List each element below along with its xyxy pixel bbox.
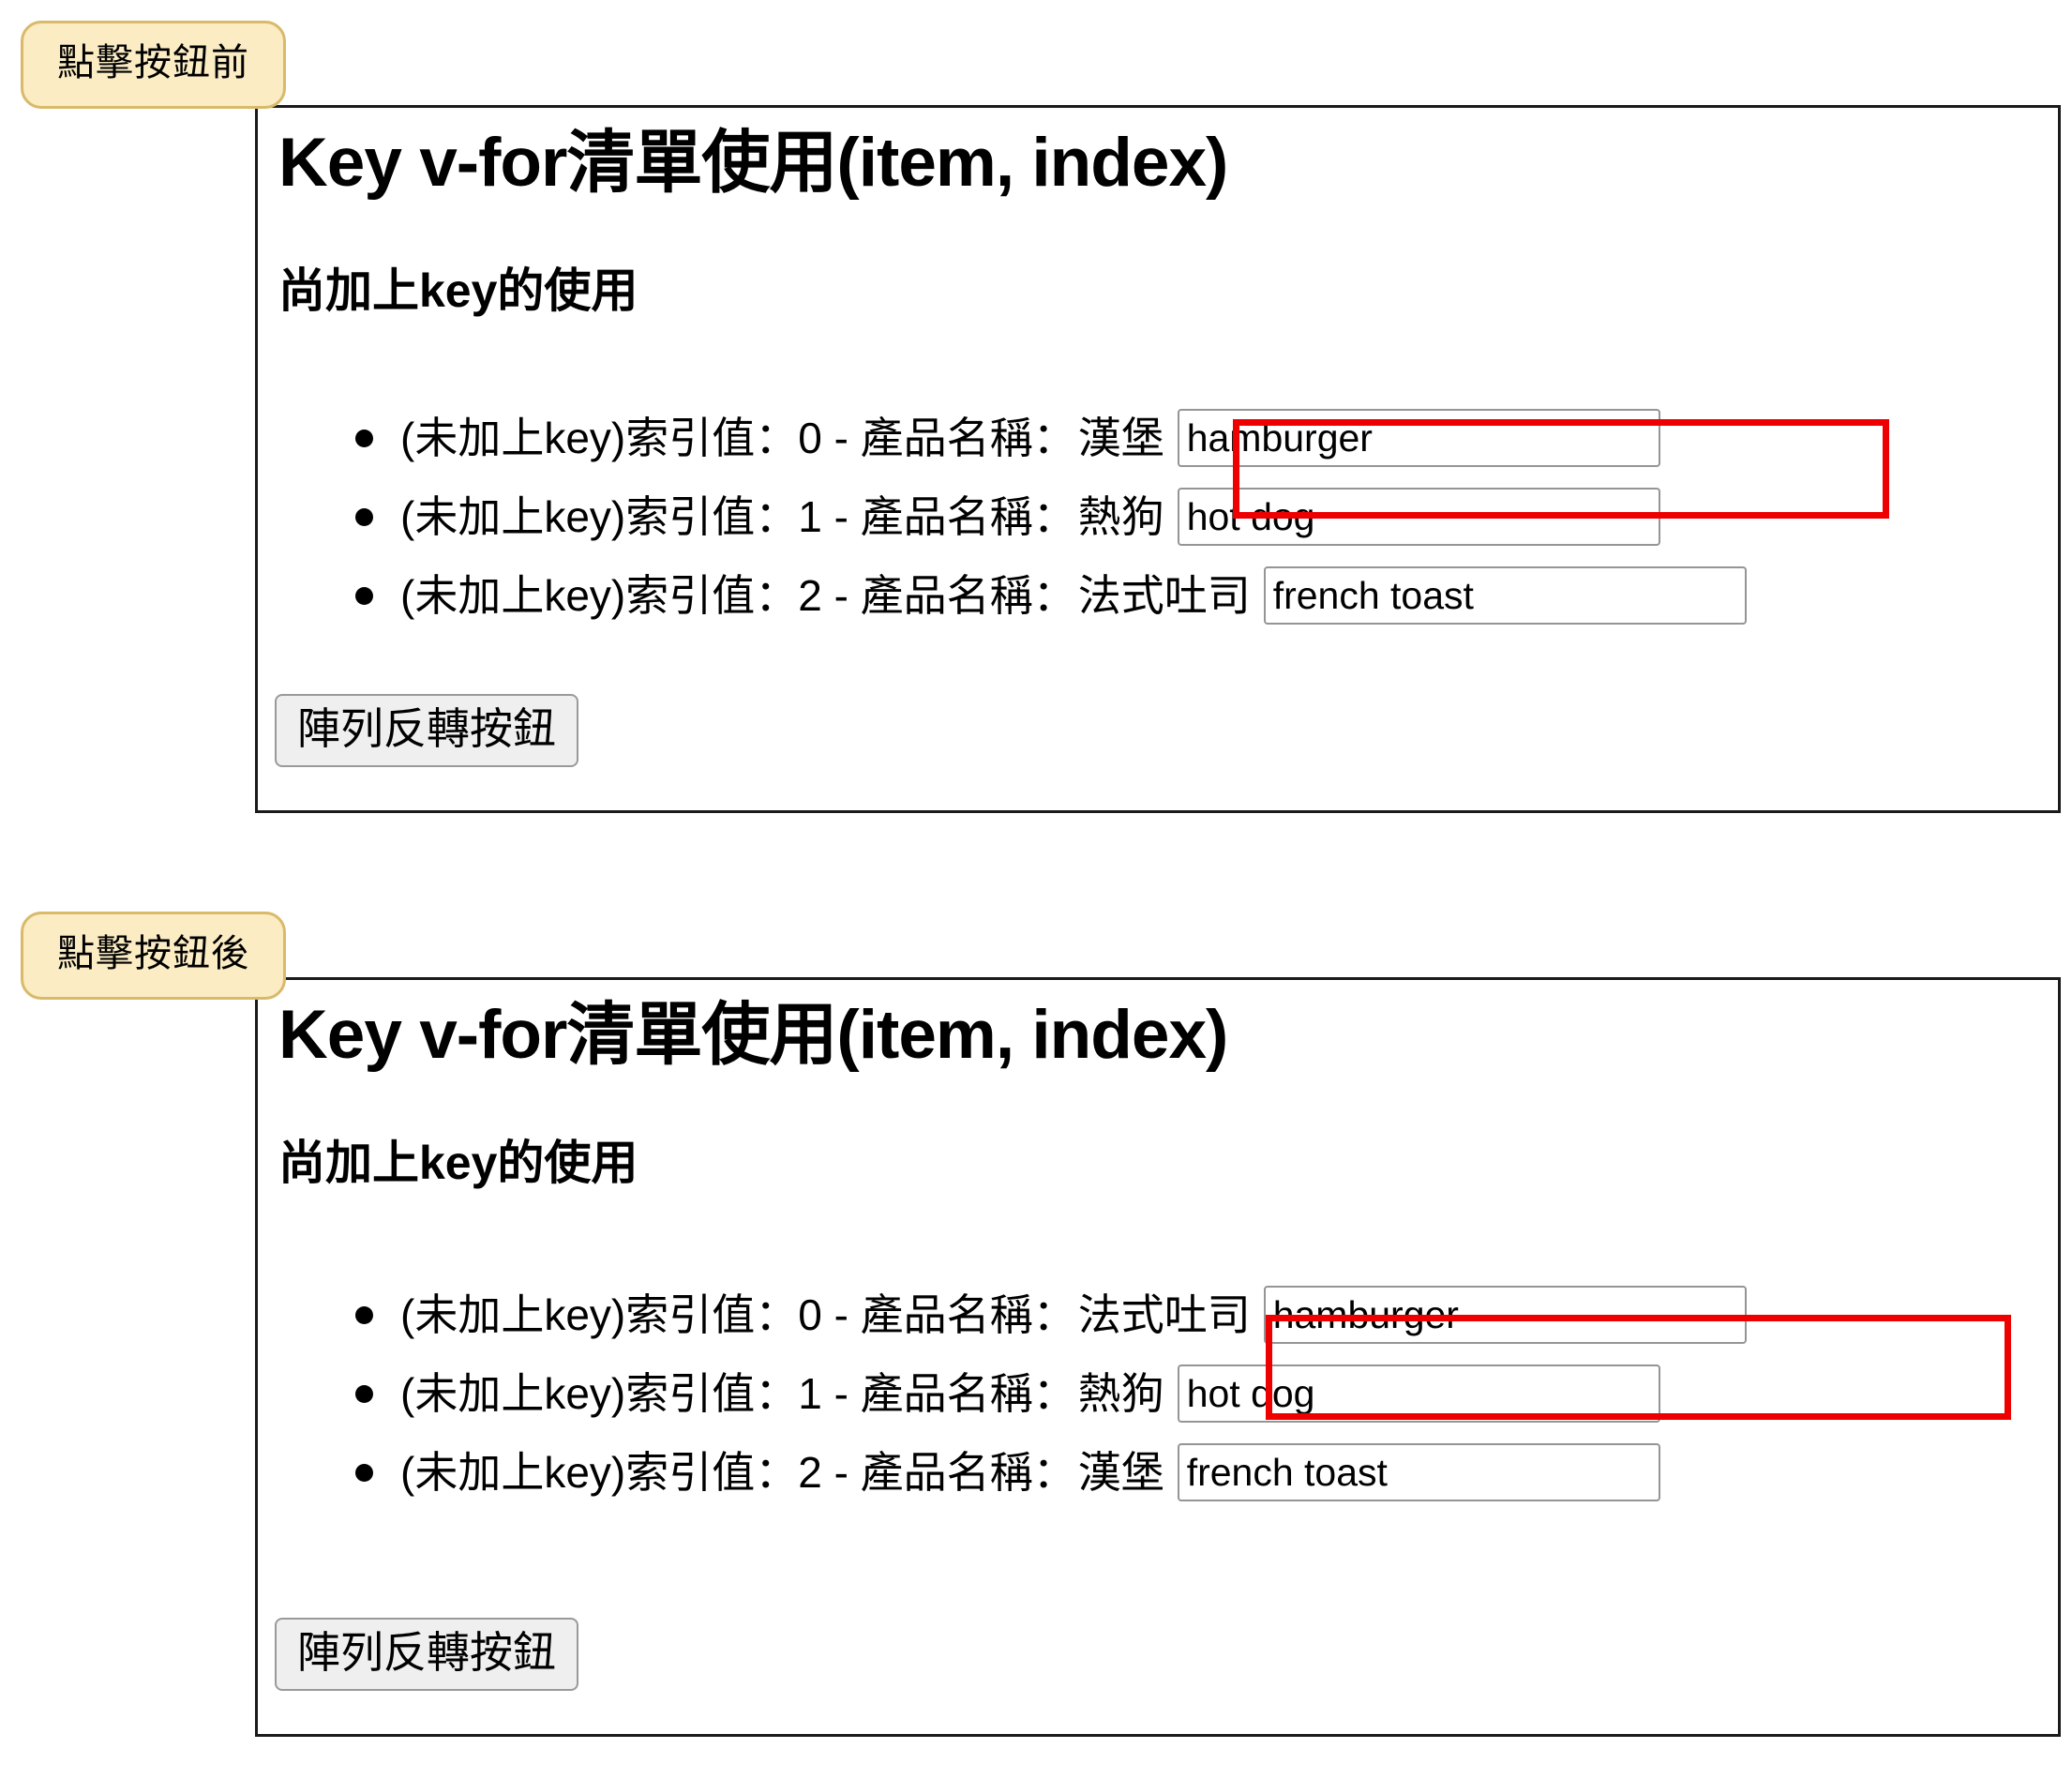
annotation-badge-before-label: 點擊按鈕前 [57,42,249,83]
list-item-product-name: 熱狗 [1077,492,1164,541]
list-item-prefix: (未加上key)索引值：1 - 產品名稱： [400,492,1076,541]
product-input[interactable] [1177,1443,1660,1501]
array-reverse-button[interactable]: 陣列反轉按鈕 [275,694,578,767]
panel-content-before: Key v-for清單使用(item, index) 尚加上key的使用 (未加… [258,108,2058,810]
bullet-icon [355,429,373,447]
list-item: (未加上key)索引值：1 - 產品名稱： 熱狗 [258,477,1747,556]
list-item-prefix: (未加上key)索引值：2 - 產品名稱： [400,571,1076,620]
annotation-badge-after-label: 點擊按鈕後 [57,933,249,974]
list-item-product-name: 漢堡 [1077,414,1164,462]
product-list-after: (未加上key)索引值：0 - 產品名稱： 法式吐司 (未加上key)索引值：1… [258,1275,1747,1512]
list-item-prefix: (未加上key)索引值：1 - 產品名稱： [400,1369,1076,1418]
screenshot-panel-before: Key v-for清單使用(item, index) 尚加上key的使用 (未加… [255,105,2061,813]
product-input[interactable] [1177,488,1660,546]
list-item: (未加上key)索引值：0 - 產品名稱： 漢堡 [258,399,1747,477]
list-item: (未加上key)索引值：1 - 產品名稱： 熱狗 [258,1354,1747,1433]
page-title: Key v-for清單使用(item, index) [278,997,1228,1073]
list-item-product-name: 熱狗 [1077,1369,1164,1418]
list-item-prefix: (未加上key)索引值：0 - 產品名稱： [400,414,1076,462]
array-reverse-button[interactable]: 陣列反轉按鈕 [275,1618,578,1691]
list-item-product-name: 法式吐司 [1077,1290,1251,1339]
list-item-product-name: 法式吐司 [1077,571,1251,620]
list-item-product-name: 漢堡 [1077,1448,1164,1497]
annotation-badge-before: 點擊按鈕前 [21,21,286,109]
list-item: (未加上key)索引值：2 - 產品名稱： 法式吐司 [258,556,1747,635]
list-item: (未加上key)索引值：0 - 產品名稱： 法式吐司 [258,1275,1747,1354]
list-item-prefix: (未加上key)索引值：2 - 產品名稱： [400,1448,1076,1497]
annotation-badge-after: 點擊按鈕後 [21,912,286,1000]
bullet-icon [355,1463,373,1482]
product-input[interactable] [1263,566,1747,625]
page-subtitle: 尚加上key的使用 [278,264,638,317]
list-item: (未加上key)索引值：2 - 產品名稱： 漢堡 [258,1433,1747,1512]
page-title: Key v-for清單使用(item, index) [278,125,1228,201]
panel-content-after: Key v-for清單使用(item, index) 尚加上key的使用 (未加… [258,980,2058,1734]
product-input[interactable] [1263,1286,1747,1344]
bullet-icon [355,1384,373,1403]
screenshot-panel-after: Key v-for清單使用(item, index) 尚加上key的使用 (未加… [255,977,2061,1737]
page-subtitle: 尚加上key的使用 [278,1137,638,1189]
bullet-icon [355,586,373,605]
bullet-icon [355,1305,373,1324]
product-list-before: (未加上key)索引值：0 - 產品名稱： 漢堡 (未加上key)索引值：1 -… [258,399,1747,635]
list-item-prefix: (未加上key)索引值：0 - 產品名稱： [400,1290,1076,1339]
product-input[interactable] [1177,409,1660,467]
bullet-icon [355,507,373,526]
product-input[interactable] [1177,1364,1660,1423]
